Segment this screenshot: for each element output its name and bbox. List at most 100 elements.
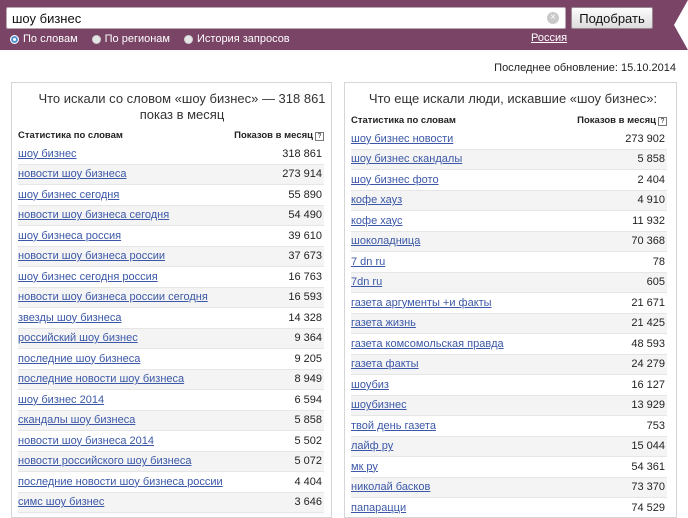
region-link[interactable]: Россия	[531, 32, 567, 44]
query-link[interactable]: кофе хаус	[351, 215, 403, 227]
panel-word-stats: Что искали со словом «шоу бизнес» — 318 …	[11, 82, 332, 518]
panel-title: Что искали со словом «шоу бизнес» — 318 …	[38, 91, 326, 122]
table-row: шоу бизнес новости 273 902	[351, 129, 667, 150]
shows-count: 318 861	[282, 147, 322, 160]
shows-count: 37 673	[288, 250, 322, 263]
shows-count: 16 763	[288, 270, 322, 283]
table-row: газета факты 24 279	[351, 354, 667, 375]
query-link[interactable]: последние новости шоу бизнеса	[18, 373, 184, 385]
shows-count: 24 279	[631, 358, 665, 371]
table-row: шоу бизнес сегодня 55 890	[18, 185, 324, 206]
query-link[interactable]: шоу бизнес сегодня	[18, 189, 119, 201]
query-link[interactable]: симс шоу бизнес	[18, 496, 104, 508]
query-link[interactable]: шоу бизнес	[18, 148, 77, 160]
query-link[interactable]: новости шоу бизнеса сегодня	[18, 209, 169, 221]
query-link[interactable]: новости шоу бизнеса россии	[18, 250, 165, 262]
query-link[interactable]: новости шоу бизнеса 2014	[18, 435, 154, 447]
shows-count: 73 370	[631, 481, 665, 494]
shows-count: 54 490	[288, 209, 322, 222]
query-link[interactable]: новости шоу бизнеса	[18, 168, 126, 180]
query-link[interactable]: шоу бизнес сегодня россия	[18, 271, 158, 283]
column-header-words: Статистика по словам	[18, 130, 123, 141]
query-link[interactable]: шоубизнес	[351, 399, 407, 411]
table-row: кофе хаус 11 932	[351, 211, 667, 232]
table-body: шоу бизнес 318 861 новости шоу бизнеса 273…	[18, 144, 324, 513]
shows-count: 5 502	[294, 434, 322, 447]
mode-by-words[interactable]: По словам	[10, 33, 78, 45]
table-row: мк ру 54 361	[351, 457, 667, 478]
query-link[interactable]: шоу бизнеса россия	[18, 230, 121, 242]
radio-icon[interactable]	[91, 34, 101, 44]
mode-label: По словам	[23, 33, 78, 45]
radio-icon[interactable]	[184, 34, 193, 44]
query-link[interactable]: последние новости шоу бизнеса россии	[18, 476, 223, 488]
query-link[interactable]: газета жизнь	[351, 317, 416, 329]
help-icon[interactable]: ?	[658, 117, 667, 126]
search-header: × Подобрать По словам По регионам Истори…	[0, 0, 688, 50]
shows-count: 13 929	[631, 399, 665, 412]
table-row: новости шоу бизнеса россии 37 673	[18, 246, 324, 267]
query-link[interactable]: последние шоу бизнеса	[18, 353, 140, 365]
table-row: скандалы шоу бизнеса 5 858	[18, 410, 324, 431]
query-link[interactable]: скандалы шоу бизнеса	[18, 414, 135, 426]
radio-selected-icon[interactable]	[10, 34, 19, 44]
pick-button[interactable]: Подобрать	[571, 7, 653, 29]
search-box[interactable]: ×	[6, 7, 566, 29]
query-link[interactable]: кофе хауз	[351, 194, 402, 206]
shows-count: 11 932	[632, 214, 665, 227]
query-link[interactable]: шоу бизнес скандалы	[351, 153, 462, 165]
shows-count: 16 127	[631, 378, 665, 391]
table-row: новости шоу бизнеса россии сегодня 16 593	[18, 287, 324, 308]
last-updated: Последнее обновление: 15.10.2014	[494, 62, 676, 74]
table-header: Статистика по словам Показов в месяц?	[18, 130, 324, 144]
query-link[interactable]: 7 dn ru	[351, 256, 385, 268]
query-link[interactable]: шоколадница	[351, 235, 420, 247]
table-row: новости шоу бизнеса 2014 5 502	[18, 431, 324, 452]
query-link[interactable]: твой день газета	[351, 420, 436, 432]
query-link[interactable]: звезды шоу бизнеса	[18, 312, 122, 324]
table-row: российский шоу бизнес 9 364	[18, 328, 324, 349]
panel-title: Что еще искали люди, искавшие «шоу бизне…	[368, 91, 658, 106]
query-link[interactable]: новости российского шоу бизнеса	[18, 455, 191, 467]
shows-count: 5 858	[637, 153, 665, 166]
query-link[interactable]: 7dn ru	[351, 276, 382, 288]
shows-count: 54 361	[631, 460, 665, 473]
table-row: газета аргументы +и факты 21 671	[351, 293, 667, 314]
shows-count: 5 072	[294, 455, 322, 468]
query-link[interactable]: газета аргументы +и факты	[351, 297, 492, 309]
help-icon[interactable]: ?	[315, 132, 324, 141]
query-link[interactable]: мк ру	[351, 461, 378, 473]
query-link[interactable]: новости шоу бизнеса россии сегодня	[18, 291, 208, 303]
query-link[interactable]: российский шоу бизнес	[18, 332, 138, 344]
mode-label: История запросов	[197, 33, 290, 45]
column-header-shows: Показов в месяц?	[234, 130, 324, 144]
clear-icon[interactable]: ×	[547, 12, 559, 24]
mode-query-history[interactable]: История запросов	[184, 33, 290, 45]
query-link[interactable]: папарацци	[351, 502, 406, 514]
query-link[interactable]: шоу бизнес 2014	[18, 394, 104, 406]
shows-count: 21 425	[631, 317, 665, 330]
panel-related-queries: Что еще искали люди, искавшие «шоу бизне…	[344, 82, 677, 518]
table-row: симс шоу бизнес 3 646	[18, 492, 324, 513]
table-row: новости шоу бизнеса сегодня 54 490	[18, 205, 324, 226]
shows-count: 273 902	[625, 132, 665, 145]
shows-count: 9 205	[294, 352, 322, 365]
table-header: Статистика по словам Показов в месяц?	[351, 115, 667, 129]
column-header-words: Статистика по словам	[351, 115, 456, 126]
search-input[interactable]	[12, 10, 542, 26]
query-link[interactable]: лайф ру	[351, 440, 393, 452]
query-link[interactable]: шоу бизнес новости	[351, 133, 453, 145]
table-row: шоубиз 16 127	[351, 375, 667, 396]
query-link[interactable]: газета комсомольская правда	[351, 338, 504, 350]
query-link[interactable]: шоубиз	[351, 379, 389, 391]
table-row: шоколадница 70 368	[351, 231, 667, 252]
query-link[interactable]: николай басков	[351, 481, 430, 493]
query-link[interactable]: газета факты	[351, 358, 419, 370]
shows-count: 4 404	[294, 475, 322, 488]
shows-count: 70 368	[631, 235, 665, 248]
mode-by-regions[interactable]: По регионам	[91, 33, 170, 45]
table-row: новости шоу бизнеса 273 914	[18, 164, 324, 185]
table-row: новости российского шоу бизнеса 5 072	[18, 451, 324, 472]
query-link[interactable]: шоу бизнес фото	[351, 174, 439, 186]
shows-count: 5 858	[294, 414, 322, 427]
